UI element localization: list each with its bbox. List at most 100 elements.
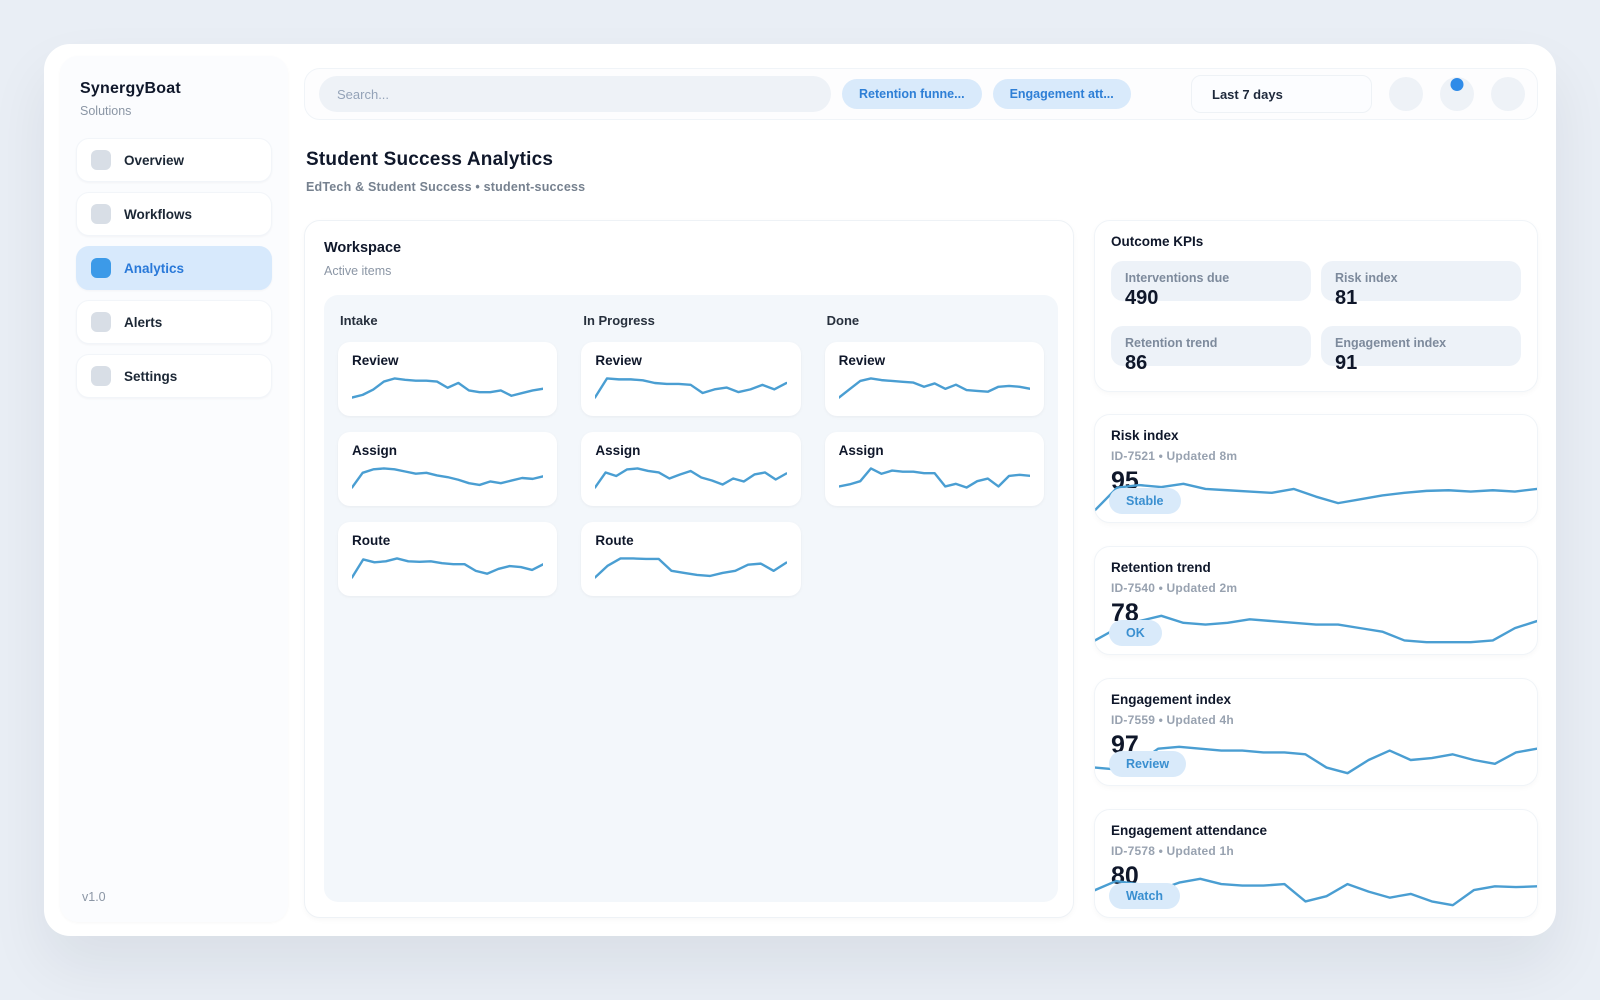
topbar-button-2[interactable]: [1491, 77, 1525, 111]
sparkline-chart: [595, 555, 786, 581]
sparkline-chart: [595, 465, 786, 491]
sidebar-item-label: Settings: [124, 368, 178, 384]
filter-chip-engagement-attendance[interactable]: Engagement att...: [992, 79, 1131, 109]
settings-icon: [91, 366, 111, 386]
column-title: Done: [826, 313, 860, 328]
overview-icon: [91, 150, 111, 170]
metric-title: Risk index: [1111, 428, 1179, 443]
sparkline-chart: [352, 555, 543, 581]
sparkline-chart: [352, 375, 543, 401]
sidebar-item-label: Alerts: [124, 314, 163, 330]
kanban-card-title: Assign: [595, 443, 641, 458]
sidebar-item-label: Overview: [124, 152, 185, 168]
content-row: Workspace Active items Intake Review Ass…: [304, 220, 1538, 918]
kanban-card[interactable]: Assign: [338, 432, 558, 506]
metric-meta: ID-7578 • Updated 1h: [1111, 844, 1234, 859]
kanban-column-done: Done Review Assign: [824, 311, 1044, 886]
kanban-column-intake: Intake Review Assign Route: [338, 311, 558, 886]
sidebar-item-settings[interactable]: Settings: [76, 354, 272, 398]
kpi-tile-engagement-index: Engagement index 91: [1321, 326, 1521, 375]
page-title: Student Success Analytics: [306, 149, 554, 170]
sidebar-item-alerts[interactable]: Alerts: [76, 300, 272, 344]
sidebar: SynergyBoat Solutions Overview Workflows…: [60, 56, 288, 922]
search-input[interactable]: [319, 76, 831, 112]
metric-card-retention-trend[interactable]: Retention trend ID-7540 • Updated 2m 78 …: [1094, 545, 1538, 655]
filter-chip-retention-funnel[interactable]: Retention funne...: [842, 79, 982, 109]
kanban-card[interactable]: Route: [338, 522, 558, 596]
metric-card-risk-index[interactable]: Risk index ID-7521 • Updated 8m 95 Stabl…: [1094, 414, 1538, 523]
column-title: Intake: [340, 313, 378, 328]
kanban-card-title: Review: [352, 353, 399, 368]
kanban-card[interactable]: Review: [581, 342, 801, 416]
sparkline-chart: [839, 375, 1030, 401]
app-version: v1.0: [82, 890, 106, 904]
kpi-card-title: Outcome KPIs: [1111, 234, 1204, 249]
brand-name: SynergyBoat: [80, 80, 181, 97]
date-range-select[interactable]: Last 7 days: [1191, 75, 1372, 113]
metric-title: Engagement attendance: [1111, 823, 1268, 839]
kpi-tile-risk-index: Risk index 81: [1321, 261, 1521, 310]
notifications-button[interactable]: [1440, 77, 1474, 111]
status-badge: Review: [1109, 751, 1187, 778]
workspace-title: Workspace: [324, 240, 402, 256]
workspace-card: Workspace Active items Intake Review Ass…: [304, 220, 1074, 918]
kpi-value: 86: [1125, 352, 1148, 374]
metric-meta: ID-7540 • Updated 2m: [1111, 580, 1238, 595]
kpi-label: Risk index: [1335, 271, 1398, 285]
sidebar-item-analytics[interactable]: Analytics: [76, 246, 272, 290]
kanban-card-title: Route: [352, 533, 391, 548]
kpi-tile-interventions-due: Interventions due 490: [1111, 261, 1311, 310]
kanban-card[interactable]: Review: [824, 342, 1044, 416]
notification-dot: [1450, 78, 1464, 91]
kpi-tile-retention-trend: Retention trend 86: [1111, 326, 1311, 375]
kpi-label: Interventions due: [1125, 271, 1230, 285]
kanban-card-title: Assign: [352, 443, 398, 458]
outcome-kpis-card: Outcome KPIs Interventions due 490 Risk …: [1094, 220, 1538, 392]
metric-meta: ID-7559 • Updated 4h: [1111, 712, 1234, 727]
sidebar-nav: Overview Workflows Analytics Alerts Sett…: [76, 138, 272, 398]
sidebar-item-workflows[interactable]: Workflows: [76, 192, 272, 236]
main-area: Retention funne... Engagement att... Las…: [288, 56, 1538, 922]
status-badge: Watch: [1109, 883, 1181, 909]
sparkline-chart: [839, 465, 1030, 491]
sidebar-item-overview[interactable]: Overview: [76, 138, 272, 182]
kanban-card[interactable]: Assign: [824, 432, 1044, 506]
kpi-value: 490: [1125, 287, 1159, 309]
kanban-card-title: Review: [838, 353, 886, 368]
metric-meta: ID-7521 • Updated 8m: [1111, 449, 1238, 463]
kanban-card-title: Assign: [838, 443, 884, 458]
metric-title: Engagement index: [1111, 691, 1232, 707]
app-window: SynergyBoat Solutions Overview Workflows…: [44, 44, 1556, 936]
status-badge: OK: [1109, 619, 1162, 646]
kpi-value: 91: [1335, 352, 1358, 374]
kpi-rail: Outcome KPIs Interventions due 490 Risk …: [1094, 220, 1538, 918]
kanban-card[interactable]: Route: [581, 522, 801, 596]
sidebar-item-label: Analytics: [124, 260, 185, 276]
brand-tagline: Solutions: [80, 104, 132, 118]
metric-title: Retention trend: [1111, 559, 1211, 575]
sparkline-chart: [595, 375, 786, 401]
kanban-card-title: Review: [595, 353, 642, 368]
workspace-subtitle: Active items: [324, 264, 392, 278]
analytics-icon: [91, 258, 111, 278]
sparkline-chart: [352, 465, 543, 491]
column-title: In Progress: [583, 313, 655, 328]
alerts-icon: [91, 312, 111, 332]
kpi-label: Retention trend: [1125, 336, 1218, 350]
breadcrumb: EdTech & Student Success • student-succe…: [306, 180, 586, 194]
status-badge: Stable: [1109, 487, 1181, 514]
workflows-icon: [91, 204, 111, 224]
topbar: Retention funne... Engagement att... Las…: [304, 68, 1538, 120]
kanban-card[interactable]: Review: [338, 342, 558, 416]
metric-card-engagement-index[interactable]: Engagement index ID-7559 • Updated 4h 97…: [1094, 677, 1538, 787]
kanban-board: Intake Review Assign Route In Progress R…: [324, 295, 1058, 902]
kanban-column-in-progress: In Progress Review Assign Route: [581, 311, 801, 886]
kpi-label: Engagement index: [1335, 336, 1447, 350]
page-header: Student Success Analytics EdTech & Stude…: [306, 149, 1538, 194]
kanban-card[interactable]: Assign: [581, 432, 801, 506]
kanban-card-title: Route: [595, 533, 634, 548]
kpi-value: 81: [1335, 287, 1358, 309]
topbar-button-1[interactable]: [1389, 77, 1423, 111]
sidebar-item-label: Workflows: [124, 206, 193, 222]
metric-card-engagement-attendance[interactable]: Engagement attendance ID-7578 • Updated …: [1094, 809, 1538, 918]
